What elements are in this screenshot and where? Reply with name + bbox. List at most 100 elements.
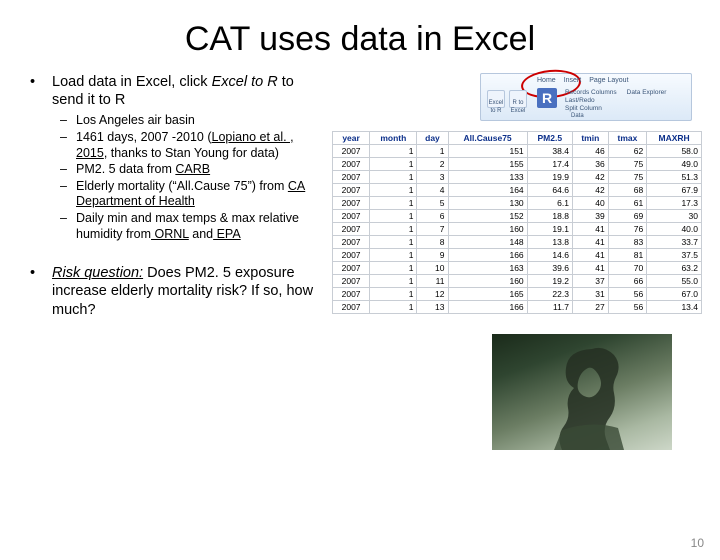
table-cell: 2007 xyxy=(333,158,370,171)
link-ornl[interactable]: ORNL xyxy=(151,227,189,241)
ribbon-tab-insert: Insert xyxy=(564,77,582,84)
sub-bullet-marker: – xyxy=(60,211,76,242)
table-cell: 1 xyxy=(370,158,417,171)
table-cell: 41 xyxy=(572,262,608,275)
table-cell: 11.7 xyxy=(527,301,572,314)
table-body: 20071115138.4466258.020071215517.4367549… xyxy=(333,145,702,314)
table-cell: 3 xyxy=(417,171,448,184)
table-cell: 38.4 xyxy=(527,145,572,158)
table-cell: 2007 xyxy=(333,197,370,210)
table-cell: 12 xyxy=(417,288,448,301)
table-row: 20071215517.4367549.0 xyxy=(333,158,702,171)
table-row: 20071313319.9427551.3 xyxy=(333,171,702,184)
table-row: 200711316611.7275613.4 xyxy=(333,301,702,314)
ribbon-item: Records Columns xyxy=(565,89,617,97)
link-epa[interactable]: EPA xyxy=(213,227,241,241)
table-cell: 66 xyxy=(608,275,646,288)
table-cell: 69 xyxy=(608,210,646,223)
table-header-cell: month xyxy=(370,132,417,145)
table-cell: 2007 xyxy=(333,249,370,262)
bullet-marker: • xyxy=(30,264,52,318)
table-header-cell: PM2.5 xyxy=(527,132,572,145)
table-cell: 19.2 xyxy=(527,275,572,288)
table-cell: 160 xyxy=(448,275,527,288)
slide-body: • Load data in Excel, click Excel to R t… xyxy=(0,73,720,450)
table-cell: 1 xyxy=(417,145,448,158)
table-cell: 9 xyxy=(417,249,448,262)
table-cell: 17.4 xyxy=(527,158,572,171)
table-cell: 37.5 xyxy=(647,249,702,262)
table-cell: 37 xyxy=(572,275,608,288)
ribbon-tab-home: Home xyxy=(537,77,556,84)
sub-bullet-marker: – xyxy=(60,113,76,129)
table-cell: 46 xyxy=(572,145,608,158)
table-cell: 5 xyxy=(417,197,448,210)
table-cell: 1 xyxy=(370,210,417,223)
text-fragment: 1461 days, 2007 -2010 ( xyxy=(76,130,212,144)
bullet-marker: • xyxy=(30,73,52,109)
table-cell: 1 xyxy=(370,236,417,249)
table-row: 20071916614.6418137.5 xyxy=(333,249,702,262)
table-cell: 152 xyxy=(448,210,527,223)
table-cell: 133 xyxy=(448,171,527,184)
table-cell: 1 xyxy=(370,249,417,262)
table-cell: 7 xyxy=(417,223,448,236)
table-header-cell: MAXRH xyxy=(647,132,702,145)
table-row: 2007151306.1406117.3 xyxy=(333,197,702,210)
table-cell: 76 xyxy=(608,223,646,236)
table-cell: 83 xyxy=(608,236,646,249)
table-cell: 56 xyxy=(608,301,646,314)
table-cell: 2007 xyxy=(333,184,370,197)
table-cell: 75 xyxy=(608,158,646,171)
table-row: 200711116019.2376655.0 xyxy=(333,275,702,288)
table-cell: 130 xyxy=(448,197,527,210)
bullet-text: Load data in Excel, click Excel to R to … xyxy=(52,73,326,109)
table-cell: 27 xyxy=(572,301,608,314)
sub-bullet: – Elderly mortality (“All.Cause 75”) fro… xyxy=(60,179,326,210)
table-cell: 1 xyxy=(370,301,417,314)
table-row: 20071814813.8418333.7 xyxy=(333,236,702,249)
sub-bullet-marker: – xyxy=(60,162,76,178)
table-cell: 2007 xyxy=(333,288,370,301)
bullet-risk-question: • Risk question: Does PM2. 5 exposure in… xyxy=(30,264,326,318)
table-cell: 36 xyxy=(572,158,608,171)
table-cell: 33.7 xyxy=(647,236,702,249)
table-cell: 2007 xyxy=(333,301,370,314)
text-fragment: PM2. 5 data from xyxy=(76,162,175,176)
ribbon-item: Split Column xyxy=(565,105,617,113)
right-column: Home Insert Page Layout Excel to R R to … xyxy=(326,73,702,450)
table-cell: 62 xyxy=(608,145,646,158)
sub-bullet-text: Elderly mortality (“All.Cause 75”) from … xyxy=(76,179,326,210)
table-cell: 166 xyxy=(448,301,527,314)
table-cell: 41 xyxy=(572,249,608,262)
table-cell: 2007 xyxy=(333,236,370,249)
excel-ribbon-screenshot: Home Insert Page Layout Excel to R R to … xyxy=(480,73,692,121)
table-cell: 2007 xyxy=(333,275,370,288)
table-row: 200711216522.3315667.0 xyxy=(333,288,702,301)
r-to-excel-icon: R to Excel xyxy=(509,90,527,108)
table-cell: 160 xyxy=(448,223,527,236)
sub-bullet-text: 1461 days, 2007 -2010 (Lopiano et al. , … xyxy=(76,130,326,161)
table-cell: 41 xyxy=(572,223,608,236)
table-cell: 19.1 xyxy=(527,223,572,236)
table-cell: 1 xyxy=(370,223,417,236)
sub-bullet: – Los Angeles air basin xyxy=(60,113,326,129)
left-column: • Load data in Excel, click Excel to R t… xyxy=(30,73,326,450)
data-table: yearmonthdayAll.Cause75PM2.5tmintmaxMAXR… xyxy=(332,131,702,314)
table-cell: 67.9 xyxy=(647,184,702,197)
r-logo-icon: R xyxy=(537,88,557,108)
ribbon-group-label: Data xyxy=(571,113,584,119)
table-cell: 18.8 xyxy=(527,210,572,223)
table-header-cell: day xyxy=(417,132,448,145)
link-carb[interactable]: CARB xyxy=(175,162,210,176)
table-cell: 1 xyxy=(370,262,417,275)
ribbon-item: Data Explorer xyxy=(627,89,667,97)
table-cell: 1 xyxy=(370,171,417,184)
table-cell: 155 xyxy=(448,158,527,171)
text-fragment: , thanks to Stan Young for data) xyxy=(104,146,279,160)
table-cell: 81 xyxy=(608,249,646,262)
slide-title: CAT uses data in Excel xyxy=(0,20,720,59)
table-cell: 41 xyxy=(572,236,608,249)
table-cell: 165 xyxy=(448,288,527,301)
table-row: 20071115138.4466258.0 xyxy=(333,145,702,158)
